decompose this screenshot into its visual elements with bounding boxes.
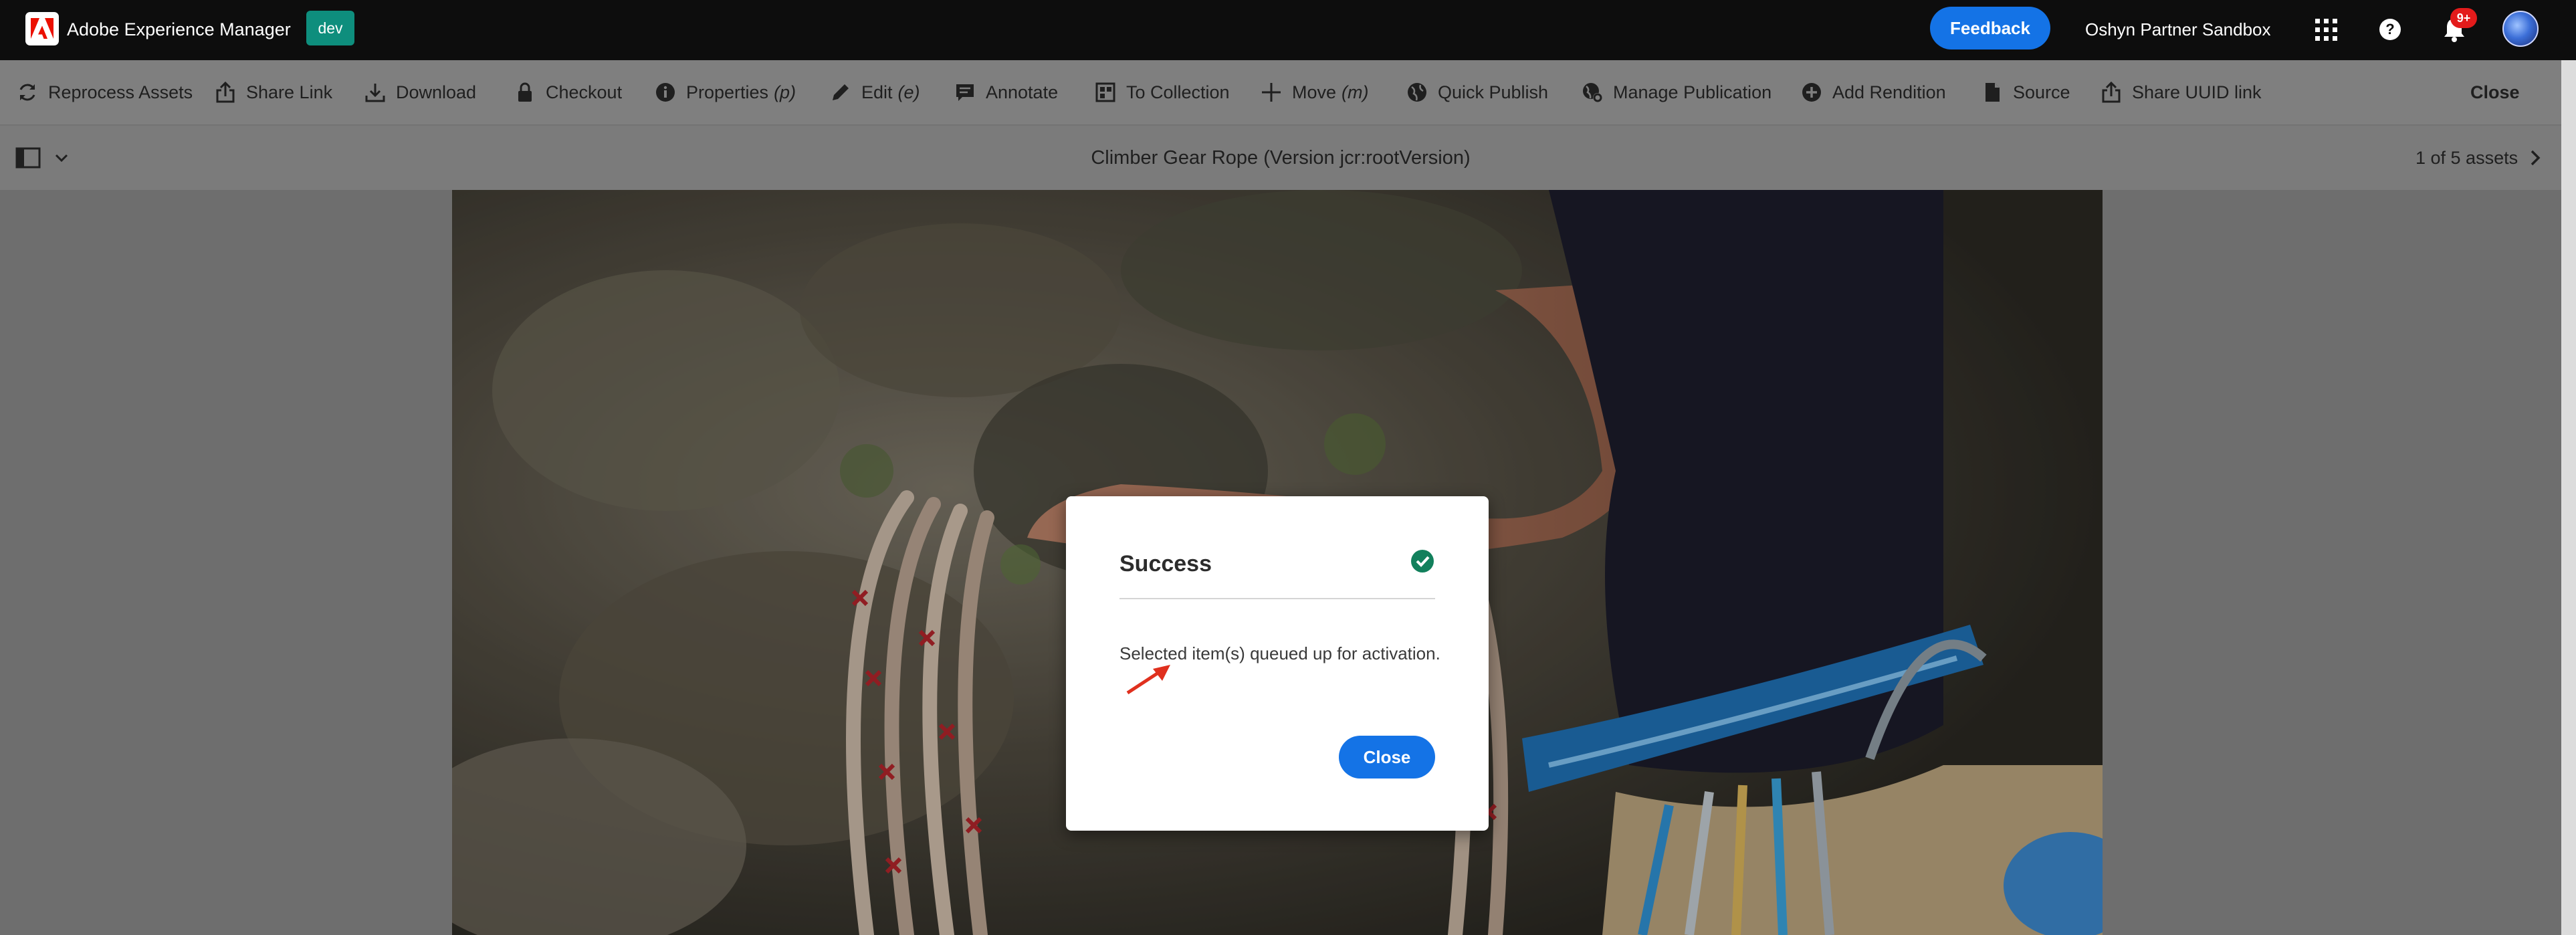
action-label: Reprocess Assets [48, 82, 193, 102]
apps-grid-icon[interactable] [2313, 16, 2339, 43]
notification-count-badge: 9+ [2450, 8, 2477, 28]
shortcut-hint: (m) [1341, 82, 1369, 102]
manage-publication-button[interactable]: Manage Publication [1581, 60, 1772, 124]
file-icon [1985, 83, 2000, 102]
action-label: Share Link [246, 82, 333, 102]
action-label: To Collection [1126, 82, 1230, 102]
collection-icon [1095, 82, 1115, 102]
action-label: Checkout [546, 82, 623, 102]
app-title[interactable]: Adobe Experience Manager [67, 16, 291, 43]
action-label: Download [396, 82, 477, 102]
share-uuid-link-button[interactable]: Share UUID link [2100, 60, 2262, 124]
environment-badge: dev [306, 11, 354, 45]
help-icon[interactable]: ? [2377, 16, 2403, 43]
move-button[interactable]: Move (m) [1260, 60, 1369, 124]
share-icon [2102, 81, 2121, 103]
adobe-logo-icon[interactable] [25, 12, 59, 45]
properties-button[interactable]: Properties (p) [654, 60, 796, 124]
annotate-button[interactable]: Annotate [954, 60, 1058, 124]
move-icon [1262, 83, 1281, 102]
source-button[interactable]: Source [1981, 60, 2070, 124]
close-asset-button[interactable]: Close [2470, 60, 2520, 124]
share-icon [216, 81, 235, 103]
download-button[interactable]: Download [364, 60, 476, 124]
svg-text:?: ? [2385, 21, 2394, 37]
share-link-button[interactable]: Share Link [214, 60, 332, 124]
globe-gear-icon [1583, 83, 1602, 102]
action-toolbar: Reprocess Assets Share Link Download Che… [0, 60, 2561, 126]
info-icon [656, 83, 675, 102]
success-check-icon [1411, 550, 1434, 573]
window-edge [2561, 60, 2576, 935]
download-icon [365, 84, 385, 102]
dialog-message: Selected item(s) queued up for activatio… [1119, 643, 1440, 663]
action-label: Move [1292, 82, 1337, 102]
chevron-right-icon[interactable] [2527, 148, 2544, 167]
pencil-icon [833, 84, 849, 100]
checkout-button[interactable]: Checkout [514, 60, 622, 124]
action-label: Share UUID link [2132, 82, 2262, 102]
action-label: Manage Publication [1613, 82, 1772, 102]
shortcut-hint: (p) [774, 82, 796, 102]
user-avatar[interactable] [2502, 11, 2539, 47]
asset-pager: 1 of 5 assets [2416, 148, 2518, 168]
app-header: Adobe Experience Manager dev Feedback Os… [0, 0, 2576, 60]
action-label: Properties [686, 82, 769, 102]
asset-title: Climber Gear Rope (Version jcr:rootVersi… [1091, 147, 1471, 169]
globe-icon [1408, 83, 1426, 102]
edit-button[interactable]: Edit (e) [829, 60, 920, 124]
quick-publish-button[interactable]: Quick Publish [1406, 60, 1548, 124]
dialog-divider [1119, 598, 1435, 599]
feedback-button[interactable]: Feedback [1930, 7, 2050, 49]
action-label: Add Rendition [1832, 82, 1946, 102]
action-label: Source [2013, 82, 2070, 102]
action-label: Quick Publish [1438, 82, 1549, 102]
asset-header: Climber Gear Rope (Version jcr:rootVersi… [0, 126, 2561, 190]
action-label: Annotate [986, 82, 1059, 102]
add-rendition-button[interactable]: Add Rendition [1800, 60, 1946, 124]
to-collection-button[interactable]: To Collection [1094, 60, 1230, 124]
action-label: Edit [861, 82, 893, 102]
lock-icon [518, 82, 532, 102]
dialog-close-button[interactable]: Close [1339, 736, 1435, 778]
org-switcher[interactable]: Oshyn Partner Sandbox [2085, 16, 2271, 43]
annotation-arrow-icon [1126, 665, 1170, 695]
reprocess-icon [19, 84, 35, 101]
reprocess-assets-button[interactable]: Reprocess Assets [16, 60, 193, 124]
comment-icon [956, 84, 974, 101]
dialog-title: Success [1119, 551, 1212, 577]
add-circle-icon [1802, 83, 1821, 102]
shortcut-hint: (e) [897, 82, 920, 102]
